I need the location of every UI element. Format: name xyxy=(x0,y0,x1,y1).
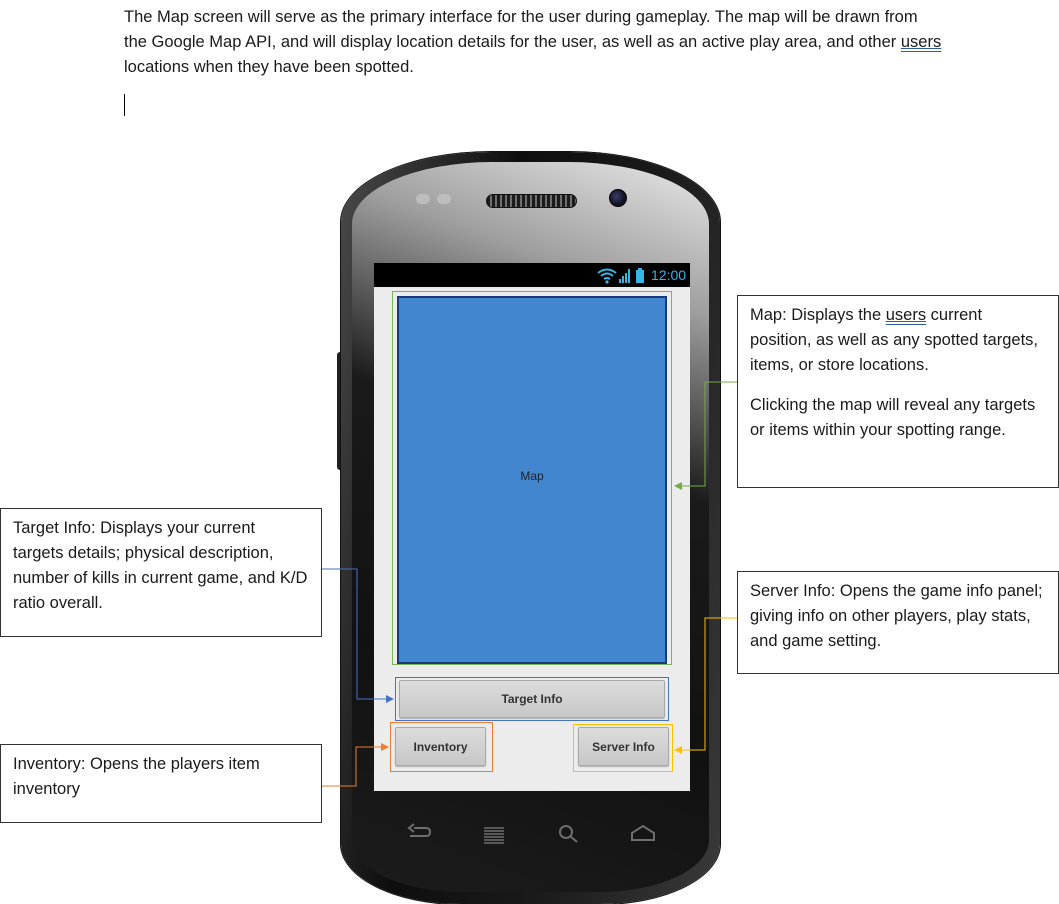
search-icon[interactable] xyxy=(559,825,578,843)
target-info-annotation-text: Target Info: Displays your current targe… xyxy=(13,519,308,612)
map-annotation: Map: Displays the users current position… xyxy=(737,295,1059,488)
inventory-button[interactable]: Inventory xyxy=(395,727,486,766)
intro-text-1: The Map screen will serve as the primary… xyxy=(124,8,918,51)
text-cursor xyxy=(124,94,125,116)
intro-paragraph: The Map screen will serve as the primary… xyxy=(124,5,944,80)
map-annotation-text: Map: Displays the xyxy=(750,306,886,324)
home-icon[interactable] xyxy=(631,824,655,841)
map-annotation-p1: Map: Displays the users current position… xyxy=(750,303,1046,378)
signal-icon xyxy=(619,269,630,283)
inventory-annotation-text: Inventory: Opens the players item invent… xyxy=(13,755,260,798)
inventory-annotation: Inventory: Opens the players item invent… xyxy=(0,744,322,823)
map-label: Map xyxy=(520,469,544,483)
server-info-annotation: Server Info: Opens the game info panel; … xyxy=(737,571,1059,674)
target-info-annotation: Target Info: Displays your current targe… xyxy=(0,508,322,637)
map-annotation-users-word: users xyxy=(885,306,927,324)
front-camera xyxy=(609,189,627,207)
status-time: 12:00 xyxy=(651,267,687,283)
sensor-dot-right xyxy=(437,194,451,204)
menu-icon[interactable] xyxy=(484,827,504,844)
server-info-annotation-text: Server Info: Opens the game info panel; … xyxy=(750,582,1043,650)
target-info-button[interactable]: Target Info xyxy=(399,680,665,718)
wifi-icon xyxy=(597,268,617,280)
server-info-button[interactable]: Server Info xyxy=(578,727,669,766)
earpiece-speaker xyxy=(486,194,577,208)
back-icon[interactable] xyxy=(407,823,432,837)
battery-icon xyxy=(636,268,644,283)
map-annotation-p2: Clicking the map will reveal any targets… xyxy=(750,396,1036,439)
map-view[interactable]: Map xyxy=(397,296,667,664)
sensor-dot-left xyxy=(416,194,430,204)
status-icons xyxy=(597,268,644,284)
intro-users-word: users xyxy=(900,33,942,51)
intro-text-2: locations when they have been spotted. xyxy=(124,58,414,76)
softkey-bar xyxy=(407,823,655,844)
